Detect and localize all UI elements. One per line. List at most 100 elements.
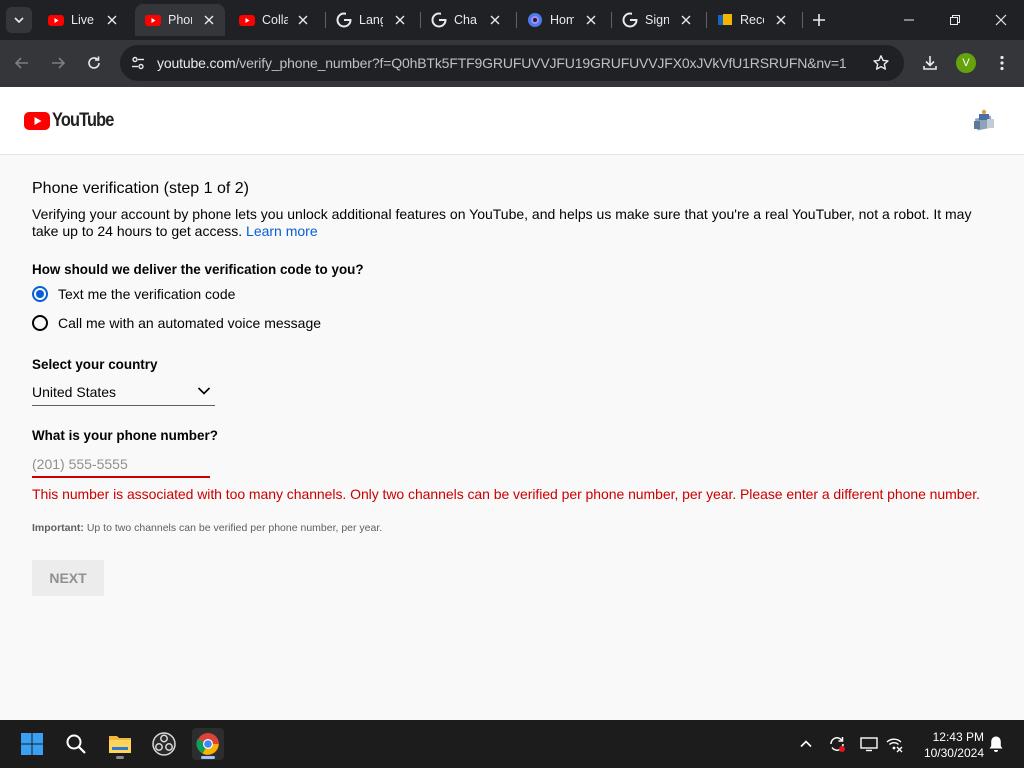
browser-tab[interactable]: Language	[326, 4, 416, 36]
close-icon[interactable]	[203, 14, 215, 26]
close-icon[interactable]	[775, 14, 787, 26]
chrome-menu-button[interactable]	[991, 52, 1013, 74]
radio-label: Call me with an automated voice message	[58, 315, 322, 331]
arrow-right-icon	[52, 57, 66, 69]
chrome-icon	[196, 733, 219, 755]
tab-title: Home	[550, 13, 574, 27]
display-icon	[860, 737, 878, 752]
youtube-header: YouTube	[0, 87, 1024, 155]
running-indicator	[116, 756, 124, 759]
tab-title: Phone verification	[168, 13, 192, 27]
close-icon[interactable]	[585, 14, 597, 26]
back-button[interactable]	[11, 52, 33, 74]
url-text[interactable]: youtube.com/verify_phone_number?f=Q0hBTk…	[157, 55, 847, 71]
youtube-icon	[239, 15, 255, 26]
restore-icon	[950, 15, 960, 25]
search-icon	[66, 734, 86, 754]
close-icon[interactable]	[106, 14, 118, 26]
browser-tab-active[interactable]: Phone verification	[135, 4, 225, 36]
google-icon	[431, 12, 447, 28]
obs-button[interactable]	[148, 728, 180, 760]
google-icon	[336, 12, 352, 28]
youtube-logo[interactable]: YouTube	[24, 110, 123, 131]
new-tab-button[interactable]	[809, 10, 829, 30]
downloads-button[interactable]	[919, 52, 941, 74]
star-icon[interactable]	[872, 54, 890, 72]
browser-tab[interactable]: Change	[421, 4, 511, 36]
start-button[interactable]	[16, 728, 48, 760]
radio-option-call[interactable]: Call me with an automated voice message	[32, 314, 321, 332]
country-label: Select your country	[32, 356, 158, 372]
taskbar-search-button[interactable]	[60, 728, 92, 760]
chrome-button[interactable]	[192, 728, 224, 760]
address-bar[interactable]: youtube.com/verify_phone_number?f=Q0hBTk…	[120, 45, 904, 81]
display-tray-button[interactable]	[859, 734, 879, 754]
browser-tab[interactable]: Live	[38, 4, 128, 36]
arrow-left-icon	[14, 57, 28, 69]
restore-button[interactable]	[932, 0, 978, 40]
chevron-down-icon	[14, 17, 24, 24]
browser-tab[interactable]: Collab	[229, 4, 319, 36]
copilot-icon	[528, 13, 542, 27]
more-vertical-icon	[1000, 55, 1004, 71]
radio-option-text[interactable]: Text me the verification code	[32, 285, 235, 303]
channel-avatar[interactable]	[970, 107, 998, 135]
phone-label: What is your phone number?	[32, 427, 218, 443]
youtube-logo-text: YouTube	[52, 110, 114, 131]
clock-time: 12:43 PM	[932, 730, 984, 744]
forward-button[interactable]	[47, 52, 69, 74]
close-icon	[995, 14, 1007, 26]
bell-icon	[989, 736, 1003, 752]
sync-icon	[830, 737, 845, 752]
active-indicator	[201, 756, 215, 759]
tab-search-button[interactable]	[6, 7, 32, 33]
browser-toolbar: youtube.com/verify_phone_number?f=Q0hBTk…	[0, 40, 1024, 87]
tray-overflow-button[interactable]	[796, 734, 816, 754]
tab-title: Language	[359, 13, 383, 27]
clock-date: 10/30/2024	[923, 746, 984, 760]
error-message: This number is associated with too many …	[32, 486, 980, 502]
browser-tab[interactable]: Recent	[707, 4, 797, 36]
files-icon	[718, 14, 732, 25]
obs-icon	[152, 732, 176, 756]
network-tray-button[interactable]	[884, 734, 904, 754]
windows-taskbar: 12:43 PM 10/30/2024	[0, 720, 1024, 768]
minimize-button[interactable]	[886, 0, 932, 40]
close-icon[interactable]	[680, 14, 692, 26]
file-explorer-button[interactable]	[104, 728, 136, 760]
delivery-question: How should we deliver the verification c…	[32, 261, 364, 277]
reload-icon	[88, 56, 100, 69]
browser-tab-strip: Live Phone verification Collab Language …	[0, 0, 1024, 40]
tab-title: Change	[454, 13, 477, 27]
tab-title: Live	[71, 13, 94, 27]
next-button[interactable]: NEXT	[32, 560, 104, 596]
country-value: United States	[32, 384, 117, 400]
network-disconnected-icon	[886, 738, 903, 753]
sync-tray-button[interactable]	[827, 734, 847, 754]
youtube-icon	[48, 15, 64, 26]
radio-button-checked[interactable]	[32, 286, 48, 302]
important-note: Important: Up to two channels can be ver…	[32, 522, 382, 534]
site-info-icon[interactable]	[130, 55, 146, 71]
learn-more-link[interactable]: Learn more	[246, 223, 318, 239]
notifications-button[interactable]	[986, 734, 1006, 754]
country-dropdown[interactable]: United States	[32, 380, 215, 406]
profile-avatar[interactable]: V	[956, 53, 976, 73]
close-icon[interactable]	[394, 14, 406, 26]
phone-number-input[interactable]	[32, 452, 210, 478]
page-viewport: YouTube Phone verification (step 1 of 2)…	[0, 87, 1024, 720]
radio-button[interactable]	[32, 315, 48, 331]
youtube-icon	[145, 15, 161, 26]
intro-body: Verifying your account by phone lets you…	[32, 206, 972, 239]
taskbar-clock[interactable]: 12:43 PM 10/30/2024	[912, 729, 984, 761]
chevron-up-icon	[800, 740, 812, 748]
close-icon[interactable]	[297, 14, 309, 26]
browser-tab[interactable]: Sign in	[612, 4, 702, 36]
close-window-button[interactable]	[978, 0, 1024, 40]
url-path: /verify_phone_number?f=Q0hBTk5FTF9GRUFUV…	[235, 55, 847, 71]
close-icon[interactable]	[489, 14, 501, 26]
download-icon	[923, 56, 937, 70]
chevron-down-icon	[197, 387, 211, 395]
reload-button[interactable]	[83, 52, 105, 74]
browser-tab[interactable]: Home	[517, 4, 607, 36]
